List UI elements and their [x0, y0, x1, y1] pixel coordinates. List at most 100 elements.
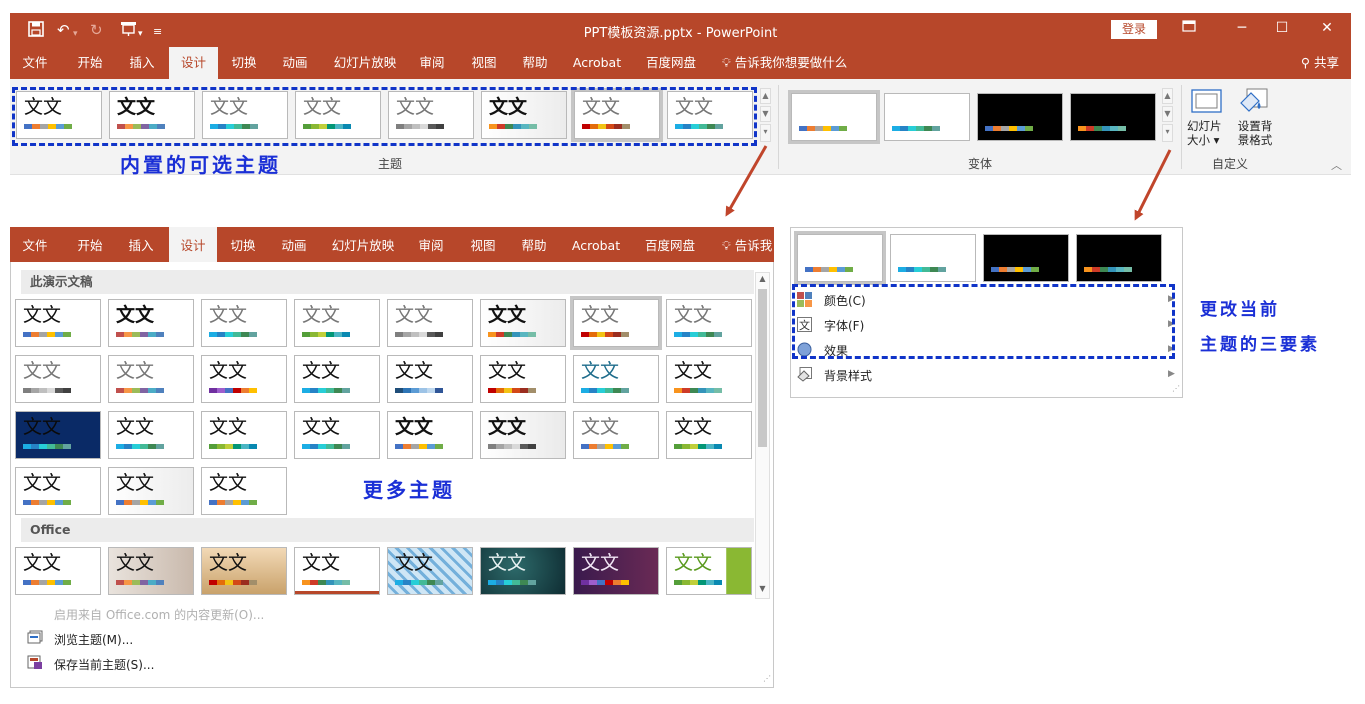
- tab-insert[interactable]: 插入: [119, 227, 163, 262]
- theme-thumbnail[interactable]: [797, 234, 883, 282]
- theme-sample-text: 文文: [395, 416, 434, 438]
- theme-sample-text: 文文: [581, 552, 620, 574]
- slide-size-icon: [1191, 89, 1222, 113]
- background-styles-menu-item[interactable]: 背景样式: [824, 367, 872, 384]
- tab-home[interactable]: 开始: [68, 47, 112, 79]
- minimize-icon[interactable]: ─: [1232, 20, 1252, 36]
- tab-transitions[interactable]: 切换: [222, 47, 266, 79]
- theme-thumbnail[interactable]: 文文: [294, 547, 380, 595]
- theme-thumbnail[interactable]: 文文: [201, 411, 287, 459]
- tab-file[interactable]: 文件: [13, 47, 57, 79]
- gallery-scroll-up[interactable]: ▲: [760, 88, 771, 104]
- theme-thumbnail[interactable]: 文文: [573, 547, 659, 595]
- tab-slideshow[interactable]: 幻灯片放映: [326, 227, 400, 262]
- tab-view[interactable]: 视图: [462, 47, 506, 79]
- theme-thumbnail[interactable]: 文文: [387, 411, 473, 459]
- variants-scroll-up[interactable]: ▲: [1162, 88, 1173, 104]
- theme-thumbnail[interactable]: 文文: [201, 299, 287, 347]
- theme-thumbnail[interactable]: 文文: [201, 355, 287, 403]
- tab-insert[interactable]: 插入: [120, 47, 164, 79]
- theme-thumbnail[interactable]: 文文: [15, 299, 101, 347]
- tab-acrobat[interactable]: Acrobat: [567, 227, 625, 262]
- tab-transitions[interactable]: 切换: [221, 227, 265, 262]
- tab-review[interactable]: 审阅: [410, 47, 454, 79]
- ribbon-display-options-icon[interactable]: [1179, 20, 1199, 36]
- tab-acrobat[interactable]: Acrobat: [568, 47, 626, 79]
- theme-thumbnail[interactable]: 文文: [294, 299, 380, 347]
- tab-help[interactable]: 帮助: [513, 47, 557, 79]
- theme-thumbnail[interactable]: 文文: [573, 411, 659, 459]
- theme-thumbnail[interactable]: 文文: [387, 355, 473, 403]
- theme-thumbnail[interactable]: 文文: [480, 411, 566, 459]
- collapse-ribbon-icon[interactable]: ︿: [1331, 157, 1342, 173]
- theme-thumbnail[interactable]: [791, 93, 877, 141]
- tab-view[interactable]: 视图: [461, 227, 505, 262]
- variants-more-button[interactable]: ▾: [1162, 124, 1173, 142]
- maximize-icon[interactable]: ☐: [1272, 20, 1292, 36]
- login-button[interactable]: 登录: [1111, 20, 1157, 39]
- theme-thumbnail[interactable]: 文文: [201, 547, 287, 595]
- theme-thumbnail[interactable]: 文文: [573, 299, 659, 347]
- theme-thumbnail[interactable]: 文文: [294, 411, 380, 459]
- theme-thumbnail[interactable]: [983, 234, 1069, 282]
- theme-thumbnail[interactable]: 文文: [480, 355, 566, 403]
- theme-thumbnail[interactable]: 文文: [666, 355, 752, 403]
- theme-thumbnail[interactable]: 文文: [201, 467, 287, 515]
- theme-thumbnail[interactable]: 文文: [15, 547, 101, 595]
- theme-thumbnail[interactable]: 文文: [108, 467, 194, 515]
- gallery-scroll-down[interactable]: ▼: [760, 106, 771, 122]
- format-background-button[interactable]: 设置背 景格式: [1231, 85, 1277, 155]
- gallery-more-button[interactable]: ▾: [760, 124, 771, 142]
- tab-help[interactable]: 帮助: [512, 227, 556, 262]
- theme-thumbnail[interactable]: [890, 234, 976, 282]
- variants-scroll-down[interactable]: ▼: [1162, 106, 1173, 122]
- gallery-scrollbar[interactable]: ▲ ▼: [755, 272, 770, 599]
- close-icon[interactable]: ✕: [1317, 20, 1337, 36]
- scroll-thumb[interactable]: [758, 289, 767, 447]
- save-theme-item[interactable]: 保存当前主题(S)...: [54, 656, 154, 673]
- theme-thumbnail[interactable]: [977, 93, 1063, 141]
- tab-slideshow[interactable]: 幻灯片放映: [328, 47, 402, 79]
- tab-animations[interactable]: 动画: [272, 227, 316, 262]
- resize-grip-icon[interactable]: ⋰: [763, 674, 771, 683]
- theme-thumbnail[interactable]: 文文: [108, 547, 194, 595]
- theme-thumbnail[interactable]: 文文: [573, 355, 659, 403]
- theme-thumbnail[interactable]: 文文: [666, 411, 752, 459]
- slide-size-button[interactable]: 幻灯片 大小 ▾: [1187, 85, 1227, 155]
- share-button[interactable]: ⚲ 共享: [1301, 47, 1339, 79]
- theme-thumbnail[interactable]: [1070, 93, 1156, 141]
- tab-design[interactable]: 设计: [169, 227, 217, 262]
- theme-thumbnail[interactable]: [884, 93, 970, 141]
- theme-color-swatch: [1078, 126, 1126, 131]
- theme-thumbnail[interactable]: 文文: [666, 299, 752, 347]
- resize-grip-icon[interactable]: ⋰: [1172, 384, 1180, 393]
- theme-thumbnail[interactable]: 文文: [480, 547, 566, 595]
- format-background-icon: [1240, 88, 1268, 112]
- group-separator: [778, 85, 779, 169]
- scroll-down-icon[interactable]: ▼: [756, 584, 769, 593]
- tell-me-search[interactable]: 💡︎ 告诉我: [722, 227, 772, 262]
- tab-file[interactable]: 文件: [13, 227, 57, 262]
- theme-thumbnail[interactable]: 文文: [480, 299, 566, 347]
- theme-thumbnail[interactable]: 文文: [108, 355, 194, 403]
- theme-thumbnail[interactable]: 文文: [15, 355, 101, 403]
- theme-thumbnail[interactable]: 文文: [387, 547, 473, 595]
- tab-design[interactable]: 设计: [169, 47, 218, 79]
- browse-themes-item[interactable]: 浏览主题(M)...: [54, 631, 133, 648]
- tab-review[interactable]: 审阅: [409, 227, 453, 262]
- tab-baidu-netdisk[interactable]: 百度网盘: [640, 47, 702, 79]
- theme-thumbnail[interactable]: 文文: [294, 355, 380, 403]
- tell-me-search[interactable]: 💡︎ 告诉我你想要做什么: [722, 47, 847, 79]
- theme-thumbnail[interactable]: 文文: [108, 299, 194, 347]
- scroll-up-icon[interactable]: ▲: [756, 274, 769, 283]
- theme-thumbnail[interactable]: 文文: [15, 411, 101, 459]
- tab-animations[interactable]: 动画: [273, 47, 317, 79]
- tab-home[interactable]: 开始: [68, 227, 112, 262]
- tab-baidu-netdisk[interactable]: 百度网盘: [639, 227, 701, 262]
- theme-thumbnail[interactable]: 文文: [666, 547, 752, 595]
- theme-thumbnail[interactable]: 文文: [108, 411, 194, 459]
- theme-color-swatch: [209, 332, 257, 337]
- theme-thumbnail[interactable]: 文文: [15, 467, 101, 515]
- theme-thumbnail[interactable]: 文文: [387, 299, 473, 347]
- theme-thumbnail[interactable]: [1076, 234, 1162, 282]
